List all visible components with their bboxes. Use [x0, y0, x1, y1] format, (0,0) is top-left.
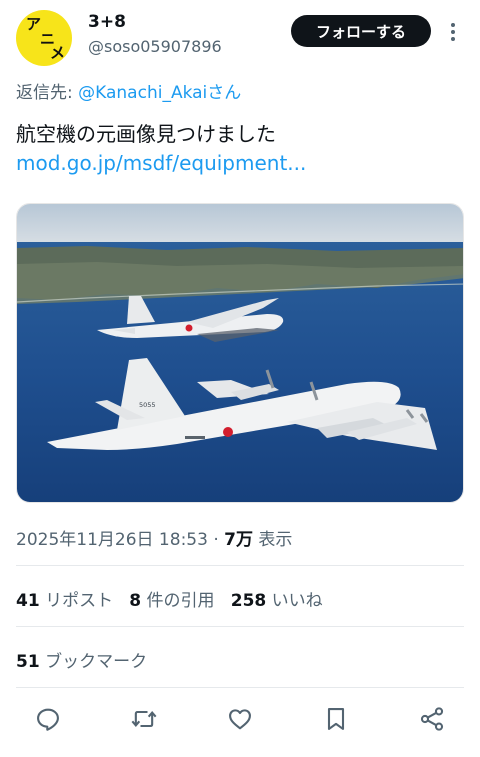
repost-button[interactable]	[129, 704, 159, 734]
share-icon	[420, 707, 444, 731]
reposts-stat[interactable]: 41 リポスト	[16, 591, 113, 611]
tail-number: 5055	[139, 401, 156, 409]
likes-label[interactable]: いいね	[272, 591, 323, 611]
reply-context: 返信先: @Kanachi_Akaiさん	[16, 78, 241, 103]
reply-button[interactable]	[33, 704, 63, 734]
bookmark-stat[interactable]: 51 ブックマーク	[16, 647, 147, 672]
divider	[16, 565, 464, 566]
quotes-stat[interactable]: 8 件の引用	[129, 591, 214, 611]
action-bar	[0, 700, 480, 740]
meta-separator: ·	[213, 530, 219, 550]
reply-prefix: 返信先:	[16, 83, 73, 103]
reply-suffix[interactable]: さん	[207, 83, 241, 103]
reposts-count[interactable]: 41	[16, 591, 40, 611]
display-name[interactable]: 3+8	[88, 12, 126, 32]
views-label: 表示	[258, 530, 293, 550]
aircraft-photo: 5055	[17, 204, 463, 502]
bookmark-button[interactable]	[321, 704, 351, 734]
divider	[16, 687, 464, 688]
reposts-label[interactable]: リポスト	[45, 591, 113, 611]
likes-stat[interactable]: 258 いいね	[231, 591, 323, 611]
timestamp[interactable]: 2025年11月26日 18:53	[16, 530, 208, 550]
more-vertical-icon[interactable]	[446, 20, 460, 44]
engagement-stats: 41 リポスト 8 件の引用 258 いいね	[16, 586, 323, 611]
tweet-link[interactable]: mod.go.jp/msdf/equipment...	[16, 151, 306, 175]
like-button[interactable]	[225, 704, 255, 734]
avatar-char-3: メ	[50, 44, 66, 62]
tweet-meta: 2025年11月26日 18:53 · 7万 表示	[16, 525, 292, 550]
bookmarks-label[interactable]: ブックマーク	[45, 652, 147, 672]
bookmarks-count[interactable]: 51	[16, 652, 40, 672]
reply-mention-link[interactable]: @Kanachi_Akaiさん	[78, 83, 241, 103]
like-icon	[229, 709, 251, 730]
quotes-label[interactable]: 件の引用	[147, 591, 215, 611]
tweet-image[interactable]: 5055	[16, 203, 464, 503]
follow-button[interactable]: フォローする	[291, 15, 431, 47]
views-count: 7万	[224, 530, 253, 550]
avatar-char-1: ア	[26, 15, 42, 33]
bookmark-icon	[327, 708, 345, 730]
tweet-text: 航空機の元画像見つけました	[16, 122, 276, 146]
quotes-count[interactable]: 8	[129, 591, 141, 611]
user-handle[interactable]: @soso05907896	[88, 37, 222, 56]
reply-icon	[37, 708, 59, 731]
share-button[interactable]	[417, 704, 447, 734]
reply-mention[interactable]: @Kanachi_Akai	[78, 83, 207, 103]
likes-count[interactable]: 258	[231, 591, 267, 611]
avatar[interactable]: ア ニ メ	[16, 10, 72, 66]
divider	[16, 626, 464, 627]
repost-icon	[131, 710, 157, 728]
